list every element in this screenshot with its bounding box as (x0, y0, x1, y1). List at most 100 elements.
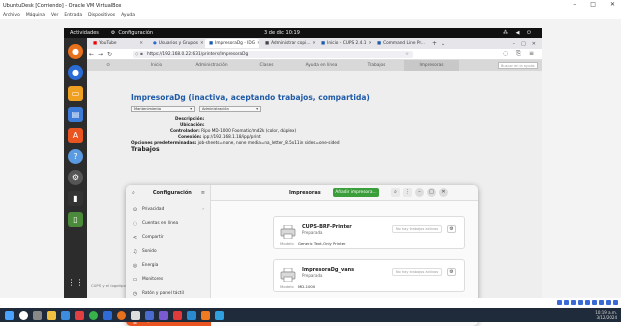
chrome-icon[interactable] (89, 311, 98, 320)
task-view-icon[interactable] (33, 311, 42, 320)
app-icon[interactable] (187, 311, 196, 320)
no-active-jobs-button[interactable]: No hay trabajos activos (392, 268, 442, 276)
search-icon[interactable]: ⌕ (391, 188, 400, 197)
maximize-icon[interactable]: □ (427, 188, 436, 197)
close-tab-icon[interactable]: ✕ (312, 41, 315, 46)
network-icon[interactable] (578, 300, 583, 305)
new-tab-icon[interactable]: + (432, 40, 437, 47)
menu-ayuda[interactable]: Ayuda (121, 13, 135, 18)
close-icon[interactable]: ✕ (532, 41, 536, 47)
clock[interactable]: 3 de dic 10:19 (264, 30, 300, 36)
url-bar[interactable]: ◇ ▪ https://192.168.0.22:631/printers/Im… (133, 51, 413, 58)
taskbar-clock[interactable]: 10:19 a.m. 3/12/2024 (595, 310, 617, 320)
minimize-icon[interactable]: – (415, 188, 424, 197)
close-tab-icon[interactable]: ✕ (139, 41, 143, 46)
files-icon[interactable]: ▭ (68, 86, 83, 101)
sidebar-item-raton[interactable]: ◷Ratón y panel táctil (132, 289, 208, 298)
trash-icon[interactable]: ▯ (68, 212, 83, 227)
maintenance-select[interactable]: Mantenimiento▾ (131, 106, 195, 112)
maximize-icon[interactable]: □ (590, 1, 596, 8)
app-icon[interactable] (131, 311, 140, 320)
gear-icon[interactable]: ⚙ (447, 225, 456, 233)
display-icon[interactable] (599, 300, 604, 305)
app-icon[interactable] (173, 311, 182, 320)
cups-nav-ayuda[interactable]: Ayuda en línea (294, 63, 349, 68)
back-icon[interactable]: ← (87, 51, 96, 58)
thunderbird-icon[interactable]: ● (68, 65, 83, 80)
search-icon[interactable]: ⌕ (132, 190, 135, 196)
usb-icon[interactable] (585, 300, 590, 305)
extensions-icon[interactable]: ⎘ (516, 50, 521, 58)
virtualbox-icon[interactable] (145, 311, 154, 320)
menu-archivo[interactable]: Archivo (3, 13, 20, 18)
menu-icon[interactable]: ≡ (529, 50, 534, 58)
admin-select[interactable]: Administración▾ (199, 106, 261, 112)
maximize-icon[interactable]: □ (521, 41, 526, 47)
firefox-icon[interactable]: ● (68, 44, 83, 59)
activities-button[interactable]: Actividades (70, 30, 99, 36)
settings-icon[interactable]: ⚙ (68, 170, 83, 185)
file-explorer-icon[interactable] (47, 311, 56, 320)
firefox-icon[interactable] (117, 311, 126, 320)
cups-nav-impresoras[interactable]: Impresoras (404, 60, 459, 71)
gear-icon[interactable]: ⚙ (447, 268, 456, 276)
software-icon[interactable]: A (68, 128, 83, 143)
reload-icon[interactable]: ↻ (105, 51, 114, 58)
menu-ver[interactable]: Ver (51, 13, 58, 18)
sidebar-item-monitores[interactable]: ▭Monitores (132, 275, 208, 284)
search-icon[interactable] (19, 311, 28, 320)
sidebar-item-compartir[interactable]: <Compartir (132, 233, 208, 242)
show-apps-icon[interactable]: ⋮⋮ (68, 275, 83, 290)
sidebar-item-cuentas[interactable]: ◌Cuentas en línea (132, 219, 208, 228)
recording-icon[interactable] (606, 300, 611, 305)
sidebar-item-sonido[interactable]: ♫Sonido (132, 247, 208, 256)
no-active-jobs-button[interactable]: No hay trabajos activos (392, 225, 442, 233)
tab-inicio-cups[interactable]: ■Inicio - CUPS 2.4.1✕ (317, 39, 371, 48)
add-printer-button[interactable]: Añadir impresora... (333, 188, 379, 197)
windows-start-icon[interactable] (5, 311, 14, 320)
hamburger-icon[interactable]: ≡ (201, 190, 205, 196)
close-tab-icon[interactable]: ✕ (257, 41, 259, 46)
list-tabs-icon[interactable]: ⌄ (441, 41, 445, 47)
sidebar-item-privacidad[interactable]: ⊙Privacidad› (132, 205, 208, 214)
office-icon[interactable] (75, 311, 84, 320)
terminal-icon[interactable]: ▮ (68, 191, 83, 206)
tab-administrar[interactable]: ■Administrar copi...✕ (261, 39, 315, 48)
menu-entrada[interactable]: Entrada (64, 13, 82, 18)
keyboard-icon[interactable] (613, 300, 618, 305)
minimize-icon[interactable]: – (513, 41, 516, 47)
menu-dots-icon[interactable]: ⋮ (403, 188, 412, 197)
close-icon[interactable]: ✕ (439, 188, 448, 197)
menu-maquina[interactable]: Máquina (26, 13, 45, 18)
tab-youtube[interactable]: ■YouTube✕ (89, 39, 147, 48)
pocket-icon[interactable]: ◌ (503, 50, 508, 58)
disk-icon[interactable] (557, 300, 562, 305)
sidebar-item-energia[interactable]: ◎Energía (132, 261, 208, 270)
teams-icon[interactable] (159, 311, 168, 320)
cups-nav-inicio[interactable]: Inicio (129, 63, 184, 68)
edge-icon[interactable] (61, 311, 70, 320)
system-tray[interactable]: ⁂ ◀ ⏻ (503, 30, 534, 36)
audio-icon[interactable] (571, 300, 576, 305)
optical-icon[interactable] (564, 300, 569, 305)
tab-usuarios[interactable]: ●Usuarios y Grupos✕ (149, 39, 203, 48)
tab-command-line[interactable]: ■Command Line Pr...✕ (373, 39, 427, 48)
cups-nav-trabajos[interactable]: Trabajos (349, 63, 404, 68)
bookmark-star-icon[interactable]: ☆ (405, 51, 409, 58)
help-icon[interactable]: ? (68, 149, 83, 164)
tab-impresoradg[interactable]: ■ImpresoraDg - IDG✕ (205, 39, 259, 48)
close-icon[interactable]: ✕ (610, 1, 615, 8)
cups-nav-clases[interactable]: Clases (239, 63, 294, 68)
cups-search-input[interactable]: Buscar en la ayuda (498, 62, 538, 69)
app-menu[interactable]: ⚙Configuración (111, 30, 153, 36)
close-tab-icon[interactable]: ✕ (368, 41, 371, 46)
menu-dispositivos[interactable]: Dispositivos (88, 13, 115, 18)
app-icon[interactable] (201, 311, 210, 320)
cups-logo-icon[interactable]: ⊙ (87, 63, 129, 68)
cups-nav-administracion[interactable]: Administración (184, 63, 239, 68)
shared-folders-icon[interactable] (592, 300, 597, 305)
app-icon[interactable] (215, 311, 224, 320)
writer-icon[interactable]: ▤ (68, 107, 83, 122)
close-tab-icon[interactable]: ✕ (200, 41, 203, 46)
forward-icon[interactable]: → (96, 51, 105, 58)
